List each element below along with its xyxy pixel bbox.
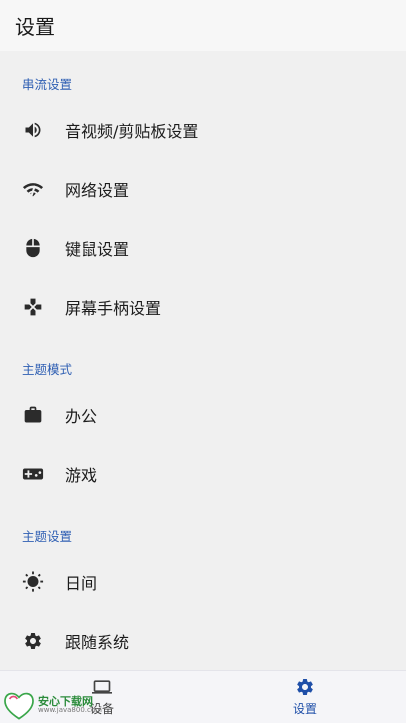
theme-mode-game[interactable]: 游戏 xyxy=(0,444,406,503)
briefcase-icon xyxy=(22,404,44,426)
section-header-theme-mode: 主题模式 xyxy=(22,362,73,377)
setting-screen-gamepad[interactable]: 屏幕手柄设置 xyxy=(0,277,406,336)
theme-day[interactable]: 日间 xyxy=(0,552,406,611)
setting-keyboard-mouse[interactable]: 键鼠设置 xyxy=(0,218,406,277)
mouse-icon xyxy=(22,237,44,259)
setting-audio-video-clipboard[interactable]: 音视频/剪贴板设置 xyxy=(0,100,406,159)
watermark: 安心下载网 www.java800.com xyxy=(0,686,110,723)
watermark-name: 安心下载网 xyxy=(38,694,93,708)
nav-label-settings: 设置 xyxy=(292,702,317,716)
wifi-signal-icon xyxy=(22,178,44,200)
app-bar: 设置 xyxy=(0,0,406,51)
section-header-theme-settings: 主题设置 xyxy=(22,529,73,544)
setting-label: 游戏 xyxy=(65,465,98,485)
gamepad-icon xyxy=(22,463,44,485)
setting-label: 办公 xyxy=(65,406,98,426)
section-header-streaming: 串流设置 xyxy=(22,77,73,92)
setting-label: 键鼠设置 xyxy=(65,239,130,259)
setting-label: 跟随系统 xyxy=(65,632,130,652)
setting-network[interactable]: 网络设置 xyxy=(0,159,406,218)
setting-label: 网络设置 xyxy=(65,180,130,200)
watermark-url: www.java800.com xyxy=(38,705,102,714)
nav-tab-settings[interactable]: 设置 xyxy=(275,677,335,721)
setting-label: 屏幕手柄设置 xyxy=(65,298,162,318)
sun-icon xyxy=(22,571,44,593)
setting-label: 日间 xyxy=(65,573,98,593)
setting-label: 音视频/剪贴板设置 xyxy=(65,121,199,141)
theme-follow-system[interactable]: 跟随系统 xyxy=(0,611,406,670)
theme-mode-office[interactable]: 办公 xyxy=(0,385,406,444)
page-title: 设置 xyxy=(15,15,55,39)
volume-icon xyxy=(22,119,44,141)
gamepad-dpad-icon xyxy=(22,296,44,318)
gear-icon xyxy=(297,679,313,695)
watermark-logo-icon xyxy=(4,692,34,720)
settings-list: 串流设置 音视频/剪贴板设置 网络设置 键鼠设置 屏幕手柄设置 主题模式 办公 … xyxy=(0,51,406,670)
gear-icon xyxy=(22,630,44,652)
